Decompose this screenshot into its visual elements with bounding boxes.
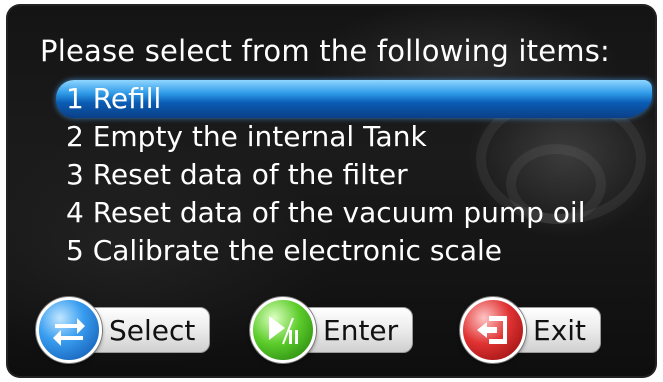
- play-pause-icon: [250, 297, 316, 363]
- swap-arrows-icon: [36, 297, 102, 363]
- menu-item-refill[interactable]: 1 Refill: [56, 80, 652, 118]
- menu-item-reset-vacuum-pump-oil[interactable]: 4 Reset data of the vacuum pump oil: [56, 194, 652, 232]
- select-button[interactable]: Select: [36, 297, 211, 363]
- exit-button[interactable]: Exit: [460, 297, 602, 363]
- page-title: Please select from the following items:: [40, 34, 611, 68]
- menu-list: 1 Refill 2 Empty the internal Tank 3 Res…: [56, 80, 652, 270]
- app-screen: Please select from the following items: …: [6, 4, 657, 378]
- button-bar: Select Enter Exit: [36, 297, 636, 363]
- enter-button[interactable]: Enter: [250, 297, 414, 363]
- menu-item-reset-filter[interactable]: 3 Reset data of the filter: [56, 156, 652, 194]
- exit-door-icon: [460, 297, 526, 363]
- menu-item-empty-tank[interactable]: 2 Empty the internal Tank: [56, 118, 652, 156]
- menu-item-calibrate-scale[interactable]: 5 Calibrate the electronic scale: [56, 232, 652, 270]
